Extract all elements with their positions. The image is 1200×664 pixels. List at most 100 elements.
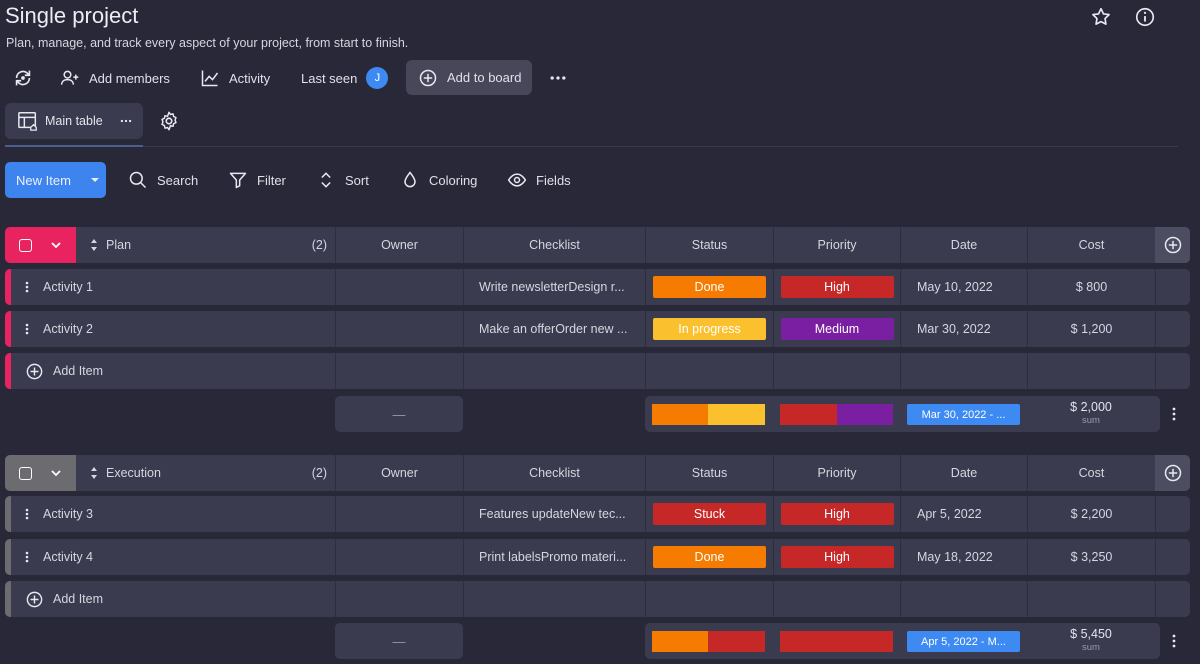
search-icon xyxy=(128,170,148,190)
owner-cell[interactable] xyxy=(335,269,463,305)
coloring-button[interactable]: Coloring xyxy=(400,166,477,194)
add-column-button[interactable] xyxy=(1155,227,1190,263)
date-cell[interactable]: May 10, 2022 xyxy=(900,269,1027,305)
column-header-checklist[interactable]: Checklist xyxy=(463,455,645,491)
extra-cell xyxy=(1155,496,1190,532)
column-header-date[interactable]: Date xyxy=(900,455,1027,491)
group-count: (2) xyxy=(311,238,327,252)
activity-button[interactable]: Activity xyxy=(200,62,270,94)
checklist-cell[interactable]: Print labelsPromo materi... xyxy=(463,539,645,575)
group-select-plan[interactable] xyxy=(5,227,76,263)
search-button[interactable]: Search xyxy=(128,166,198,194)
group-select-execution[interactable] xyxy=(5,455,76,491)
table-row[interactable]: Activity 3 Features updateNew tec... Stu… xyxy=(5,496,1190,532)
table-row[interactable]: Activity 1 Write newsletterDesign r... D… xyxy=(5,269,1190,305)
column-header-priority[interactable]: Priority xyxy=(773,227,900,263)
group-name: Execution xyxy=(106,466,161,480)
more-options-button[interactable] xyxy=(548,62,568,94)
add-item-row[interactable]: Add Item xyxy=(5,581,1190,617)
group-name-cell[interactable]: Execution (2) xyxy=(76,455,335,491)
add-item-button[interactable]: Add Item xyxy=(11,353,335,389)
column-header-cost[interactable]: Cost xyxy=(1027,227,1155,263)
owner-summary-text: — xyxy=(392,406,406,422)
status-cell[interactable]: In progress xyxy=(645,311,773,347)
status-cell[interactable]: Stuck xyxy=(645,496,773,532)
column-header-owner[interactable]: Owner xyxy=(335,455,463,491)
gear-icon[interactable] xyxy=(158,110,180,132)
add-members-button[interactable]: Add members xyxy=(60,62,170,94)
add-members-label: Add members xyxy=(89,70,170,86)
more-vertical-icon[interactable] xyxy=(25,281,29,293)
date-cell[interactable]: May 18, 2022 xyxy=(900,539,1027,575)
item-name-cell[interactable]: Activity 2 xyxy=(11,311,335,347)
priority-cell[interactable]: High xyxy=(773,539,900,575)
date-cell[interactable]: Mar 30, 2022 xyxy=(900,311,1027,347)
cost-cell[interactable]: $ 800 xyxy=(1027,269,1155,305)
priority-cell[interactable]: Medium xyxy=(773,311,900,347)
new-item-button[interactable]: New Item xyxy=(5,162,106,198)
column-header-status[interactable]: Status xyxy=(645,455,773,491)
group-checkbox[interactable] xyxy=(19,238,32,252)
column-header-priority[interactable]: Priority xyxy=(773,455,900,491)
status-cell[interactable]: Done xyxy=(645,269,773,305)
cost-sum-label: sum xyxy=(1082,642,1100,653)
checklist-cell[interactable]: Features updateNew tec... xyxy=(463,496,645,532)
column-header-checklist[interactable]: Checklist xyxy=(463,227,645,263)
info-icon[interactable] xyxy=(1134,6,1156,28)
checklist-cell[interactable]: Write newsletterDesign r... xyxy=(463,269,645,305)
add-column-button[interactable] xyxy=(1155,455,1190,491)
cost-cell[interactable]: $ 3,250 xyxy=(1027,539,1155,575)
add-item-label: Add Item xyxy=(53,592,104,606)
more-vertical-icon[interactable] xyxy=(25,508,29,520)
more-vertical-icon[interactable] xyxy=(1172,634,1176,648)
last-seen-button[interactable]: Last seen J xyxy=(301,62,389,94)
extra-cell xyxy=(1155,311,1190,347)
group-header-execution: Execution (2) Owner Checklist Status Pri… xyxy=(5,455,1190,491)
column-header-date[interactable]: Date xyxy=(900,227,1027,263)
more-vertical-icon[interactable] xyxy=(25,323,29,335)
sort-button[interactable]: Sort xyxy=(316,166,369,194)
date-cell[interactable]: Apr 5, 2022 xyxy=(900,496,1027,532)
drag-handle-icon[interactable] xyxy=(90,467,98,479)
priority-cell[interactable]: High xyxy=(773,269,900,305)
fields-button[interactable]: Fields xyxy=(507,166,571,194)
column-header-status[interactable]: Status xyxy=(645,227,773,263)
owner-cell[interactable] xyxy=(335,311,463,347)
priority-cell[interactable]: High xyxy=(773,496,900,532)
chevron-down-icon[interactable] xyxy=(50,239,62,251)
more-vertical-icon[interactable] xyxy=(1172,407,1176,421)
owner-cell[interactable] xyxy=(335,539,463,575)
status-cell[interactable]: Done xyxy=(645,539,773,575)
item-name-cell[interactable]: Activity 3 xyxy=(11,496,335,532)
column-header-cost[interactable]: Cost xyxy=(1027,455,1155,491)
item-name-cell[interactable]: Activity 4 xyxy=(11,539,335,575)
group-name-cell[interactable]: Plan (2) xyxy=(76,227,335,263)
add-to-board-button[interactable]: Add to board xyxy=(406,60,532,95)
status-summary-stuck xyxy=(708,631,765,652)
filter-button[interactable]: Filter xyxy=(228,166,286,194)
column-header-owner[interactable]: Owner xyxy=(335,227,463,263)
more-vertical-icon[interactable] xyxy=(25,551,29,563)
add-item-row[interactable]: Add Item xyxy=(5,353,1190,389)
cost-cell[interactable]: $ 1,200 xyxy=(1027,311,1155,347)
cost-cell[interactable]: $ 2,200 xyxy=(1027,496,1155,532)
drag-handle-icon[interactable] xyxy=(90,239,98,251)
star-icon[interactable] xyxy=(1090,6,1112,28)
chevron-down-icon[interactable] xyxy=(50,467,62,479)
date-range-pill[interactable]: Mar 30, 2022 - ... xyxy=(907,404,1020,425)
table-row[interactable]: Activity 2 Make an offerOrder new ... In… xyxy=(5,311,1190,347)
table-row[interactable]: Activity 4 Print labelsPromo materi... D… xyxy=(5,539,1190,575)
owner-cell[interactable] xyxy=(335,496,463,532)
tab-underline xyxy=(5,145,143,147)
add-circle-icon xyxy=(1164,236,1181,254)
tab-main-table[interactable]: Main table xyxy=(5,103,143,139)
sync-button[interactable] xyxy=(12,62,34,94)
add-item-button[interactable]: Add Item xyxy=(11,581,335,617)
date-range-pill[interactable]: Apr 5, 2022 - M... xyxy=(907,631,1020,652)
more-horizontal-icon[interactable] xyxy=(119,114,133,128)
group-checkbox[interactable] xyxy=(19,466,32,480)
caret-down-icon[interactable] xyxy=(83,162,106,198)
checklist-cell[interactable]: Make an offerOrder new ... xyxy=(463,311,645,347)
activity-label: Activity xyxy=(229,70,271,86)
item-name-cell[interactable]: Activity 1 xyxy=(11,269,335,305)
